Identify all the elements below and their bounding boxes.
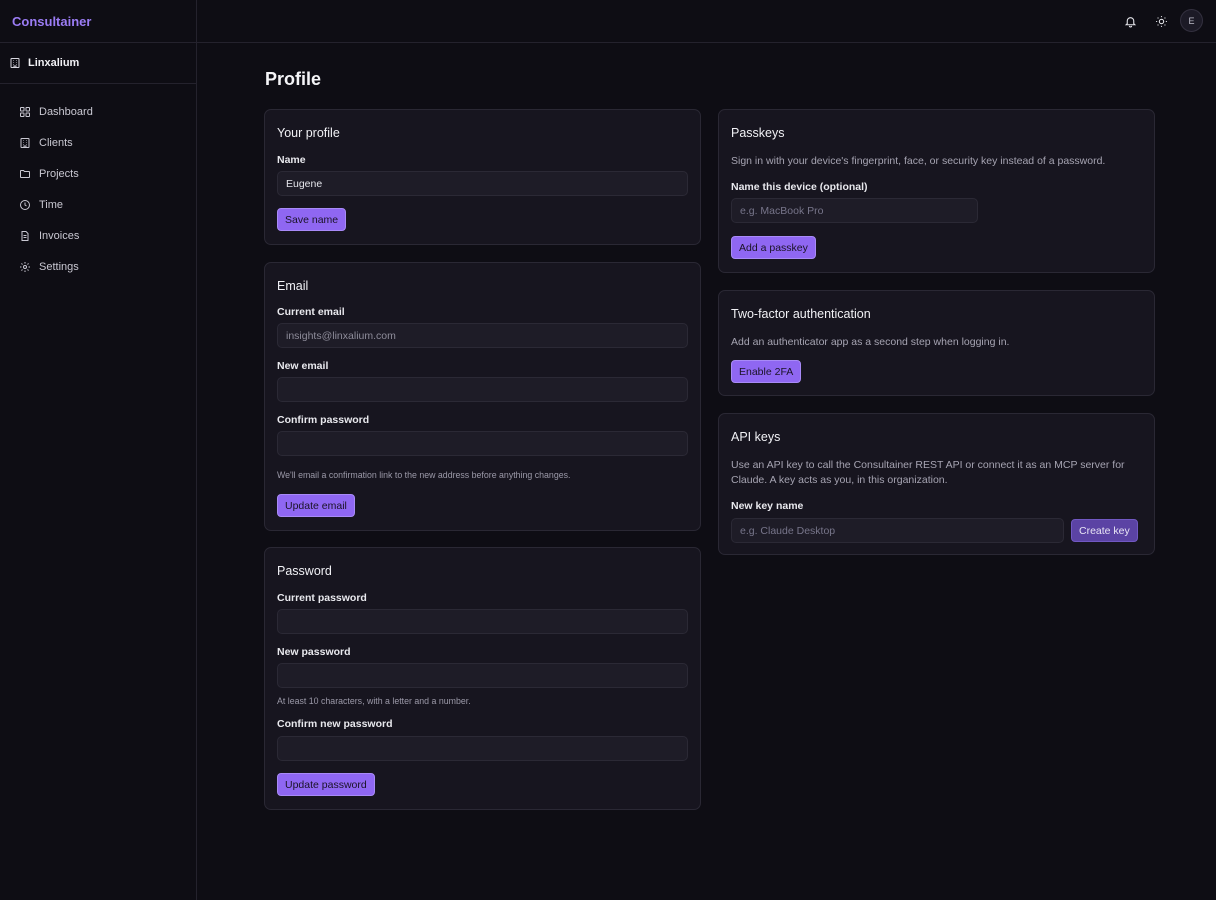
twofa-card-title: Two-factor authentication	[731, 307, 871, 321]
new-email-field[interactable]	[277, 377, 688, 402]
sidebar-item-label: Invoices	[39, 229, 80, 242]
passkeys-card-title: Passkeys	[731, 126, 785, 140]
device-name-input[interactable]	[731, 198, 978, 223]
sidebar-item-label: Dashboard	[39, 105, 93, 118]
clock-icon	[20, 199, 30, 210]
profile-card-title: Your profile	[277, 126, 340, 140]
sidebar: Consultainer Linxalium Dashboard Clients…	[0, 0, 197, 900]
current-email-label: Current email	[277, 306, 345, 318]
sidebar-item-label: Clients	[39, 136, 73, 149]
key-name-input[interactable]	[731, 518, 1064, 543]
new-password-label: New password	[277, 646, 351, 658]
api-keys-description-line2: Claude. A key acts as you, in this organ…	[731, 474, 948, 486]
new-password-field[interactable]	[277, 663, 688, 688]
password-hint: At least 10 characters, with a letter an…	[277, 696, 471, 706]
sidebar-item-projects[interactable]: Projects	[0, 158, 196, 189]
sidebar-item-settings[interactable]: Settings	[0, 251, 196, 282]
passkeys-description: Sign in with your device's fingerprint, …	[731, 155, 1106, 167]
building-icon	[10, 58, 20, 68]
create-key-button[interactable]: Create key	[1071, 519, 1138, 542]
current-password-field[interactable]	[277, 609, 688, 634]
sidebar-item-clients[interactable]: Clients	[0, 127, 196, 158]
email-card-title: Email	[277, 279, 309, 293]
current-email-field	[277, 323, 688, 348]
api-keys-description-line1: Use an API key to call the Consultainer …	[731, 459, 1125, 471]
sidebar-item-time[interactable]: Time	[0, 189, 196, 220]
email-card: Email Current email New email Confirm pa…	[264, 262, 701, 531]
sidebar-nav: Dashboard Clients Projects Time Invoices…	[0, 84, 196, 282]
sun-icon[interactable]	[1154, 14, 1168, 28]
device-name-label: Name this device (optional)	[731, 181, 868, 193]
api-keys-card: API keys Use an API key to call the Cons…	[718, 413, 1155, 555]
page-title: Profile	[265, 69, 322, 89]
sidebar-item-label: Projects	[39, 167, 79, 180]
building-icon	[20, 137, 30, 148]
api-keys-description: Use an API key to call the Consultainer …	[731, 458, 1125, 488]
org-switcher[interactable]: Linxalium	[0, 43, 196, 84]
confirm-new-password-field[interactable]	[277, 736, 688, 761]
email-hint: We'll email a confirmation link to the n…	[277, 470, 571, 480]
bell-icon[interactable]	[1123, 14, 1137, 28]
sidebar-item-label: Settings	[39, 260, 79, 273]
topbar: E	[197, 0, 1216, 43]
update-password-button[interactable]: Update password	[277, 773, 375, 796]
sidebar-item-label: Time	[39, 198, 64, 211]
api-keys-card-title: API keys	[731, 430, 781, 444]
sidebar-item-dashboard[interactable]: Dashboard	[0, 96, 196, 127]
name-label: Name	[277, 154, 306, 166]
brand-logo[interactable]: Consultainer	[0, 0, 196, 43]
save-name-button[interactable]: Save name	[277, 208, 347, 231]
grid-icon	[20, 106, 30, 117]
app-root: Consultainer Linxalium Dashboard Clients…	[0, 0, 1216, 900]
profile-card: Your profile Name Save name	[264, 109, 701, 245]
enable-2fa-button[interactable]: Enable 2FA	[731, 360, 802, 383]
twofa-card: Two-factor authentication Add an authent…	[718, 290, 1155, 396]
avatar[interactable]: E	[1180, 9, 1203, 32]
org-name: Linxalium	[28, 57, 80, 69]
confirm-password-label: Confirm password	[277, 414, 370, 426]
update-email-button[interactable]: Update email	[277, 494, 355, 517]
sidebar-item-invoices[interactable]: Invoices	[0, 220, 196, 251]
current-password-label: Current password	[277, 592, 367, 604]
name-input[interactable]	[277, 171, 688, 196]
document-icon	[21, 230, 29, 241]
gear-icon	[20, 261, 30, 272]
new-email-label: New email	[277, 360, 329, 372]
password-card: Password Current password New password A…	[264, 547, 701, 810]
confirm-password-field[interactable]	[277, 431, 688, 456]
passkeys-card: Passkeys Sign in with your device's fing…	[718, 109, 1155, 273]
folder-icon	[20, 169, 30, 178]
confirm-new-password-label: Confirm new password	[277, 718, 393, 730]
twofa-description: Add an authenticator app as a second ste…	[731, 336, 1010, 348]
key-name-label: New key name	[731, 500, 804, 512]
add-passkey-button[interactable]: Add a passkey	[731, 236, 816, 259]
password-card-title: Password	[277, 564, 332, 578]
